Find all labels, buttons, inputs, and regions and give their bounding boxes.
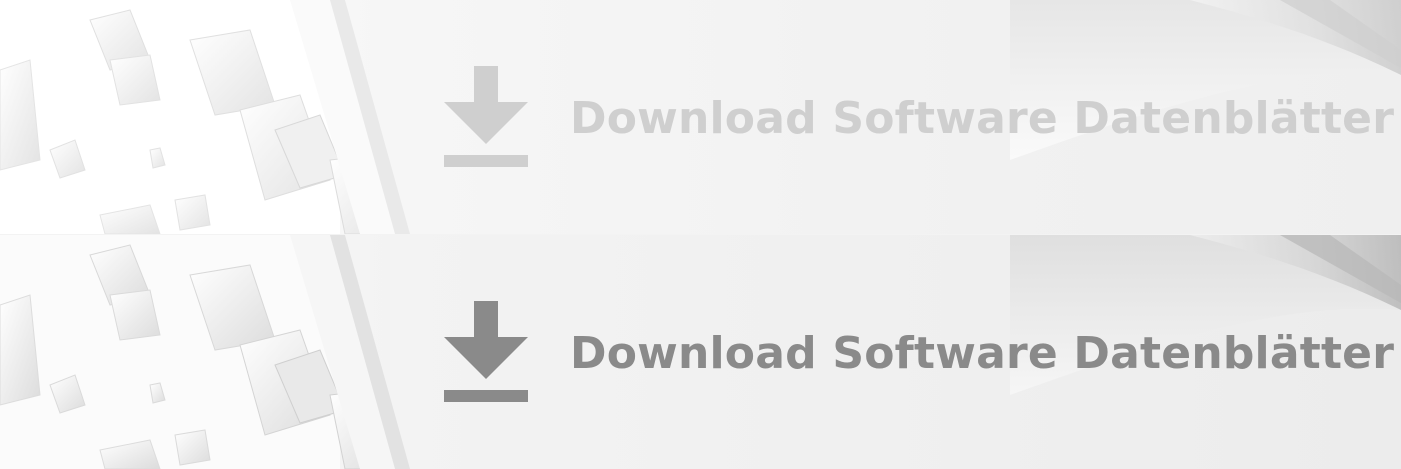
- banner-content: Download Software Datenblätter: [444, 235, 1394, 469]
- download-label: Download Software Datenblätter: [570, 327, 1395, 379]
- download-icon: [444, 66, 528, 167]
- download-icon: [444, 301, 528, 402]
- banner-content: Download Software Datenblätter: [444, 0, 1394, 234]
- download-datasheets-button-hover[interactable]: Download Software Datenblätter: [0, 235, 1401, 469]
- download-datasheets-button[interactable]: Download Software Datenblätter: [0, 0, 1401, 234]
- download-label: Download Software Datenblätter: [570, 92, 1395, 144]
- download-banners: Download Software Datenblätter Download …: [0, 0, 1401, 469]
